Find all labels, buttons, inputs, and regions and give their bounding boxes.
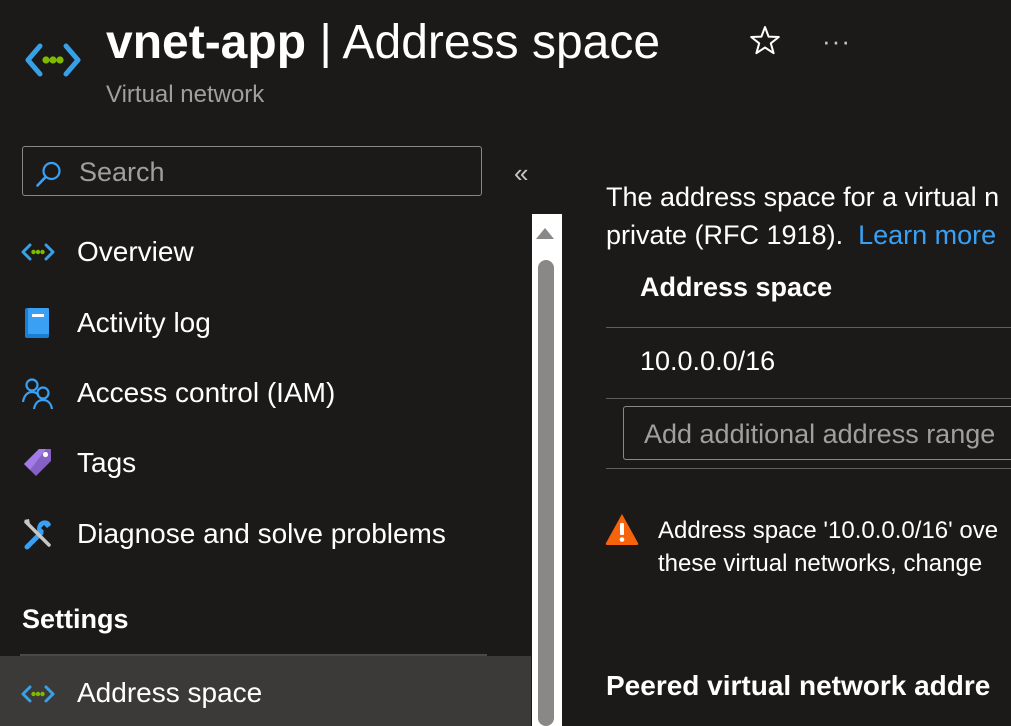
description-line-2: private (RFC 1918). (606, 220, 844, 250)
overlap-warning-text: Address space '10.0.0.0/16' ove these vi… (658, 514, 998, 580)
scroll-up-arrow-icon[interactable] (536, 228, 554, 239)
sidebar-item-label: Access control (IAM) (77, 377, 336, 408)
page-title: vnet-app | Address space (106, 14, 660, 72)
active-item-divider (20, 654, 487, 656)
sidebar-item-address-space[interactable]: Address space (0, 656, 531, 726)
table-divider (606, 468, 1011, 469)
address-space-value: 10.0.0.0/16 (640, 346, 776, 376)
resource-type: Virtual network (106, 81, 265, 108)
warning-line-2: these virtual networks, change (658, 550, 983, 577)
address-space-column-header: Address space (640, 272, 833, 302)
warning-line-1: Address space '10.0.0.0/16' ove (658, 517, 999, 544)
search-icon (36, 161, 61, 187)
sidebar-item-tags[interactable]: Tags (0, 431, 531, 493)
collapse-sidebar-button[interactable]: « (514, 158, 528, 188)
tag-icon (24, 449, 51, 476)
more-actions-button[interactable]: ··· (822, 26, 851, 56)
peered-networks-heading: Peered virtual network addre (606, 670, 991, 701)
add-address-range-input[interactable] (642, 417, 1011, 451)
star-outline-icon[interactable] (748, 24, 782, 58)
table-divider (606, 398, 1011, 399)
search-input[interactable] (77, 155, 481, 189)
sidebar-item-label: Activity log (77, 307, 211, 338)
sidebar-item-activity-log[interactable]: Activity log (0, 291, 531, 353)
people-icon (21, 378, 54, 410)
add-address-range-field[interactable] (623, 406, 1011, 460)
warning-icon (605, 514, 639, 545)
search-field[interactable] (22, 146, 482, 196)
sidebar-item-diagnose[interactable]: Diagnose and solve problems (0, 502, 531, 564)
sidebar-item-label: Address space (77, 677, 263, 708)
ellipsis-icon: ··· (822, 26, 851, 56)
sidebar-item-label: Diagnose and solve problems (77, 518, 446, 549)
learn-more-link[interactable]: Learn more (858, 220, 996, 250)
double-chevron-left-icon: « (514, 158, 529, 188)
sidebar-item-access-control[interactable]: Access control (IAM) (0, 361, 531, 423)
vnet-icon (21, 243, 55, 261)
title-separator: | (319, 16, 332, 69)
scrollbar-thumb[interactable] (538, 260, 554, 726)
sidebar-item-overview[interactable]: Overview (0, 220, 531, 282)
table-divider (606, 327, 1011, 328)
settings-section-heading: Settings (22, 604, 129, 634)
sidebar-item-label: Overview (77, 236, 194, 267)
sidebar-item-label: Tags (77, 447, 137, 478)
resource-name: vnet-app (106, 16, 307, 69)
virtual-network-icon (25, 43, 81, 77)
address-space-description: The address space for a virtual n privat… (606, 178, 999, 254)
wrench-icon (24, 519, 51, 550)
description-line-1: The address space for a virtual n (606, 182, 1000, 212)
blade-title: Address space (342, 16, 661, 69)
activity-log-icon (25, 308, 49, 338)
vnet-icon (21, 685, 55, 703)
